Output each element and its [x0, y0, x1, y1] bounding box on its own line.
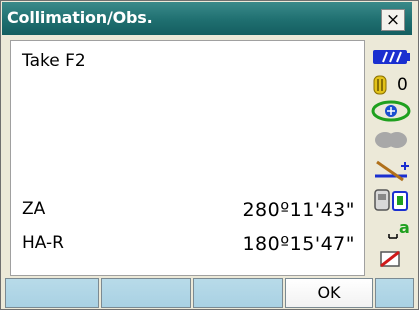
ok-button[interactable]: OK	[285, 278, 373, 308]
status-icon-bar: 0 a	[367, 40, 415, 276]
prism-icon[interactable]: 0	[367, 72, 415, 98]
instrument-connection-icon[interactable]	[367, 156, 415, 182]
title-bar: Collimation/Obs.	[2, 2, 412, 35]
communication-icon[interactable]	[367, 186, 415, 212]
instruction-message: Take F2	[22, 51, 86, 71]
window-title: Collimation/Obs.	[7, 8, 153, 27]
ha-r-label: HA-R	[22, 233, 64, 253]
input-mode-letter: a	[399, 218, 410, 237]
function-key-f2[interactable]	[101, 278, 191, 308]
input-mode-icon[interactable]: a	[367, 218, 415, 244]
function-key-f5[interactable]	[375, 278, 414, 308]
tilt-compensation-icon[interactable]	[367, 98, 415, 124]
function-key-f1[interactable]	[5, 278, 99, 308]
za-label: ZA	[22, 199, 46, 219]
za-value: 280º11'43"	[242, 199, 355, 221]
function-key-bar: OK	[5, 278, 414, 308]
memory-card-icon[interactable]	[367, 246, 415, 272]
function-key-f3[interactable]	[193, 278, 283, 308]
close-button[interactable]: ×	[381, 9, 405, 31]
battery-icon[interactable]	[367, 44, 415, 70]
prism-constant-value: 0	[397, 75, 408, 95]
collimation-window: Collimation/Obs. × Take F2 ZA 280º11'43"…	[0, 0, 419, 310]
laser-pointer-icon[interactable]	[367, 128, 415, 154]
ha-r-value: 180º15'47"	[242, 233, 355, 255]
measurement-panel: Take F2 ZA 280º11'43" HA-R 180º15'47"	[10, 40, 365, 276]
